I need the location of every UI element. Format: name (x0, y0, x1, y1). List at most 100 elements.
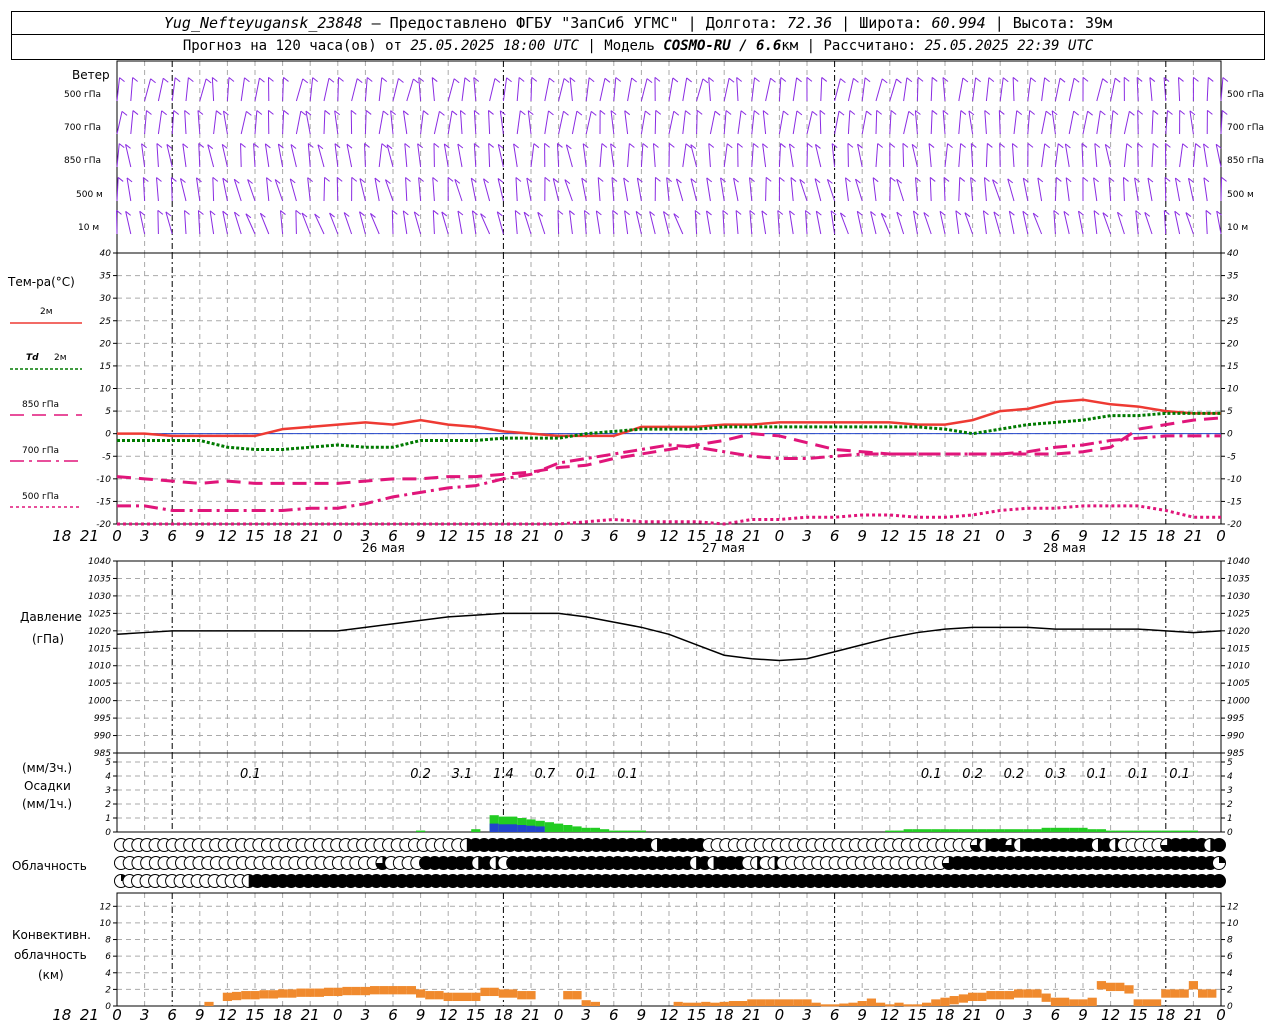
wind-barb (402, 210, 408, 235)
convective-bar (296, 988, 306, 997)
wind-barb-flag (474, 110, 480, 115)
temp-ytick-label-right: -10 (1227, 475, 1242, 485)
wind-barb (544, 78, 550, 102)
wind-barb-flag (338, 77, 344, 82)
temp-ytick-label: 40 (100, 249, 112, 259)
wind-barb (708, 143, 711, 168)
wind-barb (420, 110, 424, 135)
wind-barb (958, 110, 962, 135)
conv-hour-label: 3 (140, 1006, 150, 1024)
wind-barb (432, 177, 435, 202)
wind-barb-flag (413, 78, 419, 84)
precip-bar (572, 826, 582, 832)
temp-hour-label: 18 (52, 527, 71, 545)
wind-barb (144, 78, 152, 102)
wind-barb (1206, 77, 1209, 102)
wind-barb-flag (984, 110, 991, 115)
wind-barb (157, 110, 163, 135)
wind-barb-flag (642, 143, 649, 148)
wind-barb (694, 210, 698, 235)
wind-barb (1054, 78, 1061, 102)
pres-ytick-label: 1020 (88, 627, 111, 637)
wind-barb-flag (631, 77, 637, 83)
temp-ytick-label-right: -5 (1227, 452, 1236, 462)
wind-barb (1110, 78, 1116, 102)
wind-barb (652, 143, 656, 168)
convective-bar (1152, 999, 1162, 1006)
temp-ytick-label: 0 (105, 430, 111, 440)
wind-barb (443, 143, 449, 168)
convective-bar (360, 986, 370, 996)
wind-barb (708, 77, 711, 102)
wind-barb-flag (544, 177, 551, 182)
precip-3h-label: 0.7 (534, 767, 555, 782)
wind-barb (197, 210, 201, 235)
prec-ytick-label: 0 (105, 828, 111, 838)
wind-barb-flag (146, 110, 152, 115)
precip-bar (912, 829, 922, 832)
wind-barb-flag (931, 110, 938, 115)
wind-barb (406, 78, 414, 102)
wind-barb (390, 110, 394, 135)
precip-bar (1115, 830, 1125, 832)
wind-barb (789, 210, 794, 235)
temp-hour-label: 9 (195, 527, 205, 545)
wind-barb-flag (740, 110, 747, 116)
prec-ytick-label: 1 (105, 814, 111, 824)
wind-barb (289, 178, 297, 202)
temp-hour-label: 0 (333, 527, 343, 545)
wind-barb (432, 210, 435, 235)
wind-barb (323, 177, 326, 202)
wind-barb (930, 77, 933, 102)
convective-bar (1050, 997, 1060, 1006)
precip-bar-snow (517, 825, 527, 832)
precip-bar (1060, 827, 1070, 832)
wind-barb (130, 77, 134, 102)
cloud-overcast (1212, 874, 1226, 888)
temp-ytick-label: 15 (100, 362, 112, 372)
wind-barb-flag (1073, 77, 1080, 83)
wind-barb-flag (356, 78, 363, 83)
conv-hour-label: 3 (802, 1006, 812, 1024)
wind-barb-flag (1073, 110, 1079, 116)
wind-barb-flag (488, 143, 494, 148)
temp-hour-label: 21 (521, 527, 540, 545)
precip-bar (1188, 830, 1198, 832)
wind-barb-flag (821, 77, 828, 82)
wind-barb-flag (931, 77, 938, 82)
wind-barb-flag (708, 77, 714, 82)
wind-barb-flag (655, 177, 661, 182)
wind-barb (514, 210, 518, 235)
meteogram-chart: -20 -20-15 -15-10 -10-5 -50 05 510 1015 1520 2025… (10, 60, 1250, 1024)
conv-ytick-label-right: 10 (1227, 919, 1239, 929)
convective-bar (452, 992, 462, 1002)
wind-barb-flag (531, 77, 538, 82)
wind-barb-flag (1123, 177, 1129, 182)
convective-bar (1078, 999, 1088, 1006)
wind-barb-flag (1221, 177, 1227, 182)
pres-ytick-label: 1035 (88, 574, 111, 584)
temp-ytick-label-right: 30 (1227, 294, 1239, 304)
wind-barb (875, 110, 878, 135)
pres-ytick-label-right: 1040 (1227, 557, 1250, 567)
wind-barb-flag (694, 210, 701, 215)
temp-hour-label: 12 (659, 527, 678, 545)
wind-barb (185, 77, 189, 102)
precip-bar (544, 822, 554, 832)
wind-barb-flag (988, 77, 995, 83)
convective-bar (287, 989, 297, 998)
pres-ytick-label-right: 990 (1227, 732, 1244, 742)
precip-3h-label: 0.2 (1004, 767, 1025, 782)
wind-barb-flag (439, 110, 445, 116)
wind-barb-flag (1087, 110, 1093, 116)
wind-barb (254, 110, 258, 135)
wind-barb (1094, 143, 1098, 168)
wind-barb (706, 177, 711, 202)
wind-barb-flag (1205, 210, 1212, 215)
convective-bar (995, 991, 1005, 1000)
precip-bar (1106, 830, 1116, 832)
precip-bar (1096, 829, 1106, 832)
wind-barb-flag (533, 143, 540, 149)
wind-barb (765, 177, 767, 202)
wind-barb (993, 211, 1001, 235)
